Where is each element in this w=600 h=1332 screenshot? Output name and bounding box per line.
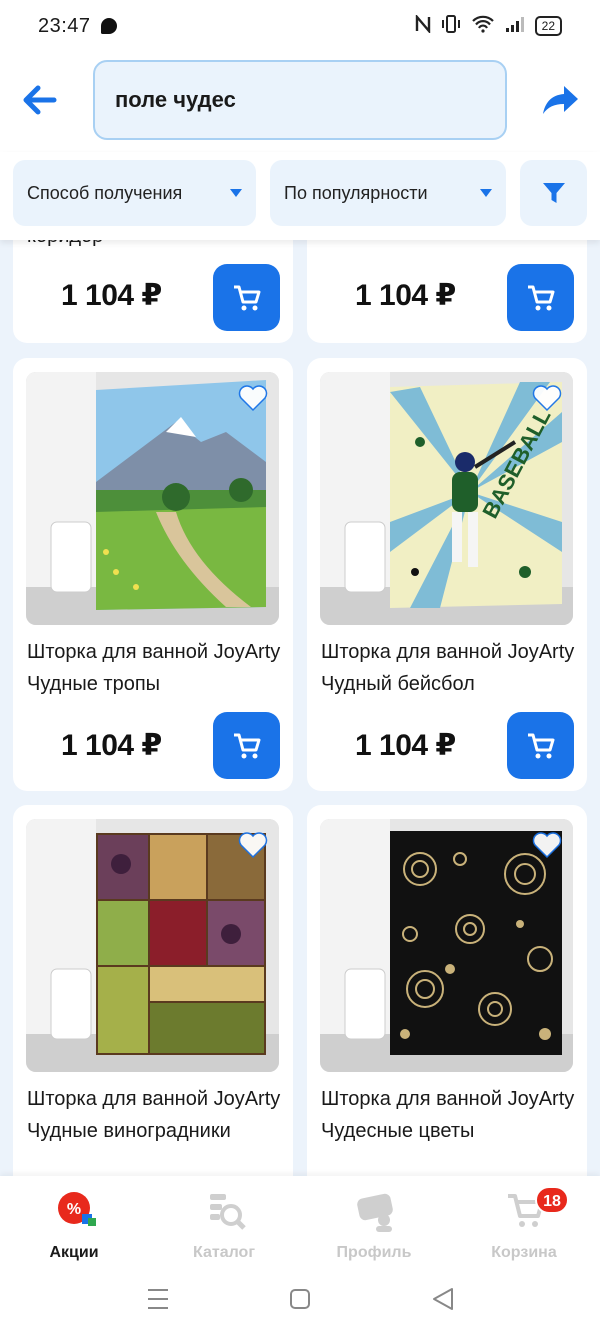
funnel-icon	[542, 183, 565, 203]
cart-icon	[233, 285, 260, 310]
delivery-filter-label: Способ получения	[27, 182, 183, 203]
chat-notification-icon	[100, 18, 117, 34]
favorite-heart-icon[interactable]	[237, 829, 269, 861]
arrow-left-icon	[23, 85, 57, 115]
battery-indicator: 22	[534, 16, 562, 36]
nav-item-profile[interactable]: Профиль	[314, 1184, 434, 1264]
caret-down-icon	[480, 189, 492, 197]
cart-icon	[233, 733, 260, 758]
caret-down-icon	[230, 189, 242, 197]
favorite-heart-icon[interactable]	[531, 382, 563, 414]
product-grid: коридор 1 104 ₽ 1 104 ₽	[0, 240, 600, 1176]
product-card[interactable]: Шторка для ванной JoyArty Чудные тропы 1…	[13, 358, 293, 791]
delivery-filter-dropdown[interactable]: Способ получения	[13, 160, 256, 226]
back-button[interactable]	[20, 80, 60, 120]
vibrate-icon	[441, 14, 461, 38]
signal-icon	[505, 15, 525, 38]
favorite-heart-icon[interactable]	[531, 829, 563, 861]
product-image[interactable]	[26, 819, 279, 1072]
favorite-heart-icon[interactable]	[237, 382, 269, 414]
product-title: коридор	[27, 240, 287, 252]
catalog-icon	[210, 1194, 246, 1230]
filter-bar: Способ получения По популярности	[0, 152, 600, 240]
add-to-cart-button[interactable]	[213, 712, 280, 779]
product-price: 1 104 ₽	[61, 279, 162, 312]
search-input[interactable]: поле чудес	[93, 60, 507, 140]
promo-icon: %	[58, 1192, 96, 1226]
nav-label-profile: Профиль	[336, 1244, 412, 1261]
recent-apps-button[interactable]	[143, 1284, 173, 1314]
svg-text:%: %	[67, 1201, 81, 1218]
product-title: Шторка для ванной JoyArty Чудесные цветы	[321, 1088, 575, 1142]
back-system-button[interactable]	[428, 1284, 458, 1314]
product-price: 1 104 ₽	[355, 279, 456, 312]
nav-item-promotions[interactable]: % Акции	[14, 1184, 134, 1264]
filter-button[interactable]	[520, 160, 587, 226]
nav-item-catalog[interactable]: Каталог	[164, 1184, 284, 1264]
product-title: Шторка для ванной JoyArty Чудные тропы	[27, 641, 281, 695]
product-title: Шторка для ванной JoyArty Чудный бейсбол	[321, 641, 575, 695]
cart-count-badge: 18	[535, 1186, 569, 1214]
status-time: 23:47	[38, 14, 91, 37]
nav-item-cart[interactable]: 18 Корзина	[464, 1184, 584, 1264]
nav-label-promotions: Акции	[49, 1244, 99, 1261]
back-triangle-icon	[433, 1288, 453, 1310]
search-header: поле чудес	[0, 52, 600, 152]
profile-icon	[357, 1193, 393, 1232]
product-card[interactable]: Шторка для ванной JoyArty Чудные виногра…	[13, 805, 293, 1176]
status-icons: 22	[415, 13, 562, 38]
share-button[interactable]	[540, 80, 580, 120]
cart-icon	[527, 285, 554, 310]
bottom-navigation: % Акции Каталог Профиль 18 Корзина	[0, 1176, 600, 1268]
status-bar: 23:47 22	[0, 0, 600, 52]
home-square-icon	[290, 1289, 310, 1309]
sort-dropdown[interactable]: По популярности	[270, 160, 506, 226]
product-price: 1 104 ₽	[355, 729, 456, 762]
sort-label: По популярности	[284, 182, 428, 203]
product-card[interactable]: 1 104 ₽	[307, 240, 587, 343]
search-query: поле чудес	[115, 87, 236, 112]
product-card[interactable]: BASEBALL Шторка для ванной JoyArty Чудны…	[307, 358, 587, 791]
add-to-cart-button[interactable]	[507, 712, 574, 779]
product-price: 1 104 ₽	[61, 729, 162, 762]
cart-icon	[527, 733, 554, 758]
product-card[interactable]: Шторка для ванной JoyArty Чудесные цветы	[307, 805, 587, 1176]
add-to-cart-button[interactable]	[507, 264, 574, 331]
add-to-cart-button[interactable]	[213, 264, 280, 331]
nav-label-cart: Корзина	[491, 1244, 557, 1261]
product-image[interactable]	[26, 372, 279, 625]
product-title: Шторка для ванной JoyArty Чудные виногра…	[27, 1088, 281, 1142]
menu-lines-icon	[148, 1289, 168, 1309]
nav-label-catalog: Каталог	[193, 1244, 255, 1261]
system-navigation-bar	[0, 1268, 600, 1332]
share-arrow-icon	[543, 86, 578, 114]
nfc-icon	[415, 13, 431, 38]
wifi-icon	[471, 15, 495, 38]
product-card[interactable]: коридор 1 104 ₽	[13, 240, 293, 343]
product-image[interactable]: BASEBALL	[320, 372, 573, 625]
home-button[interactable]	[285, 1284, 315, 1314]
product-image[interactable]	[320, 819, 573, 1072]
